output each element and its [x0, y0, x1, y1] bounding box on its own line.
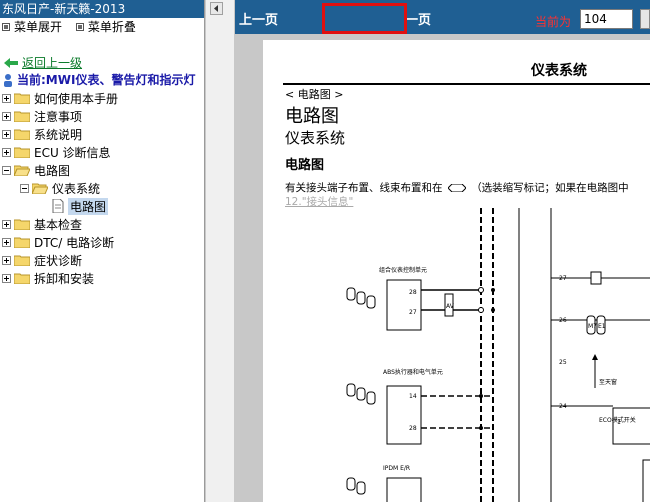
collapse-label: 菜单折叠 [87, 20, 136, 34]
tree-item-wiring-diagram[interactable]: 电路图 [2, 161, 70, 179]
svg-text:1: 1 [617, 419, 621, 426]
tree-item-label: DTC/ 电路诊断 [34, 235, 115, 250]
section-tag: < 电路图 > [285, 88, 344, 101]
current-location: 当前:MWI仪表、警告灯和指示灯 [2, 71, 195, 88]
wiring-diagram: 组合仪表控制单元 28 27 AV ABS执行器和电气单元 14 28 IPDM… [346, 208, 650, 502]
tree-item-label: 系统说明 [34, 127, 83, 142]
panel-splitter[interactable] [205, 0, 235, 502]
tree-item-system-description[interactable]: 系统说明 [2, 125, 82, 143]
tree-item-label: 如何使用本手册 [34, 91, 119, 106]
page-label: 当前为 [535, 15, 572, 29]
expand-toggle-icon[interactable] [2, 111, 11, 121]
page-indicator-highlight [322, 3, 407, 34]
svg-text:14: 14 [409, 393, 417, 400]
tree-item-ecu-diagnosis[interactable]: ECU 诊断信息 [2, 143, 111, 161]
description-suffix: （选装缩写标记；如果在电路图中 [471, 182, 629, 194]
tree-item-label: 拆卸和安装 [34, 271, 95, 286]
go-page-button[interactable] [640, 9, 650, 29]
tree-actions: 菜单展开 菜单折叠 [0, 18, 204, 36]
folder-icon [14, 93, 30, 104]
page-header: 仪表系统 [531, 63, 587, 79]
page-number-input[interactable] [580, 9, 633, 29]
expand-toggle-icon[interactable] [2, 273, 11, 283]
option-mark-icon [447, 184, 466, 192]
tree-item-removal-installation[interactable]: 拆卸和安装 [2, 269, 94, 287]
svg-text:AV: AV [446, 303, 455, 310]
back-label: 返回上一级 [22, 56, 83, 70]
svg-text:28: 28 [409, 425, 417, 432]
svg-text:M7: M7 [588, 323, 597, 330]
module-label: ABS执行器和电气单元 [383, 368, 443, 376]
svg-text:28: 28 [409, 289, 417, 296]
current-label: 当前:MWI仪表、警告灯和指示灯 [17, 73, 196, 87]
collapse-panel-button[interactable] [210, 2, 223, 15]
description-text: 有关接头端子布置、线束布置和在 （选装缩写标记；如果在电路图中 [285, 180, 629, 195]
tree-item-label: 仪表系统 [52, 181, 101, 196]
document-subtitle: 仪表系统 [285, 129, 346, 147]
svg-text:IPDM E/R: IPDM E/R [383, 465, 410, 472]
expand-toggle-icon[interactable] [2, 129, 11, 139]
folder-icon [14, 129, 30, 140]
expand-toggle-icon[interactable] [2, 237, 11, 247]
folder-icon [14, 255, 30, 266]
back-link[interactable]: 返回上一级 [4, 54, 82, 71]
svg-text:至天窗: 至天窗 [599, 378, 617, 386]
expand-toggle-icon[interactable] [2, 255, 11, 265]
description-prefix: 有关接头端子布置、线束布置和在 [285, 182, 443, 194]
tree-item-label: 电路图 [68, 197, 109, 215]
header-divider [283, 83, 650, 85]
folder-icon [14, 237, 30, 248]
tree-item-label: 症状诊断 [34, 253, 83, 268]
folder-icon [14, 219, 30, 230]
collapse-toggle-icon[interactable] [2, 165, 11, 175]
open-folder-icon [32, 183, 48, 194]
expand-toggle-icon[interactable] [2, 219, 11, 229]
tree-item-dtc-diagnosis[interactable]: DTC/ 电路诊断 [2, 233, 114, 251]
tree-item-meter-system[interactable]: 仪表系统 [20, 179, 100, 197]
prev-page-button[interactable]: 上一页 [239, 9, 278, 28]
connector-info-link[interactable]: 12."接头信息" [285, 194, 353, 209]
folder-icon [14, 273, 30, 284]
window-title: 东风日产-新天籁-2013 [0, 0, 204, 18]
open-folder-icon [14, 165, 30, 176]
document-title: 电路图 [285, 106, 339, 127]
tree-item-precautions[interactable]: 注意事项 [2, 107, 82, 125]
app-window: 东风日产-新天籁-2013 菜单展开 菜单折叠 返回上一级 当前:MWI仪表、警… [0, 0, 650, 502]
folder-icon [14, 147, 30, 158]
tree-item-circuit-diagram-selected[interactable]: 电路图 [52, 197, 109, 215]
user-icon [4, 73, 12, 87]
tree-item-symptom-diagnosis[interactable]: 症状诊断 [2, 251, 82, 269]
tree-item-label: ECU 诊断信息 [34, 145, 111, 160]
svg-text:27: 27 [409, 309, 417, 316]
collapse-toggle-icon[interactable] [20, 183, 29, 193]
expand-toggle-icon[interactable] [2, 147, 11, 157]
collapse-menu-button[interactable]: 菜单折叠 [75, 18, 136, 36]
expand-label: 菜单展开 [14, 20, 63, 34]
section-heading: 电路图 [285, 158, 325, 173]
document-page: 仪表系统 < 电路图 > 电路图 仪表系统 电路图 有关接头端子布置、线束布置和… [263, 40, 650, 502]
collapse-icon [75, 23, 84, 31]
document-viewer[interactable]: 仪表系统 < 电路图 > 电路图 仪表系统 电路图 有关接头端子布置、线束布置和… [235, 34, 650, 502]
svg-text:25: 25 [559, 359, 567, 366]
svg-text:E1: E1 [598, 323, 606, 330]
tree-item-label: 注意事项 [34, 109, 83, 124]
document-icon [52, 199, 64, 213]
module-label: 组合仪表控制单元 [379, 266, 427, 274]
expand-icon [2, 23, 10, 31]
navigation-panel: 东风日产-新天籁-2013 菜单展开 菜单折叠 返回上一级 当前:MWI仪表、警… [0, 0, 205, 502]
tree-item-basic-inspection[interactable]: 基本检查 [2, 215, 82, 233]
tree-item-label: 基本检查 [34, 217, 83, 232]
tree-item-label: 电路图 [34, 163, 71, 178]
expand-toggle-icon[interactable] [2, 93, 11, 103]
tree-item-manual-usage[interactable]: 如何使用本手册 [2, 89, 118, 107]
back-arrow-icon [4, 57, 18, 68]
chevron-left-icon [214, 5, 218, 12]
expand-menu-button[interactable]: 菜单展开 [2, 18, 62, 36]
folder-icon [14, 111, 30, 122]
